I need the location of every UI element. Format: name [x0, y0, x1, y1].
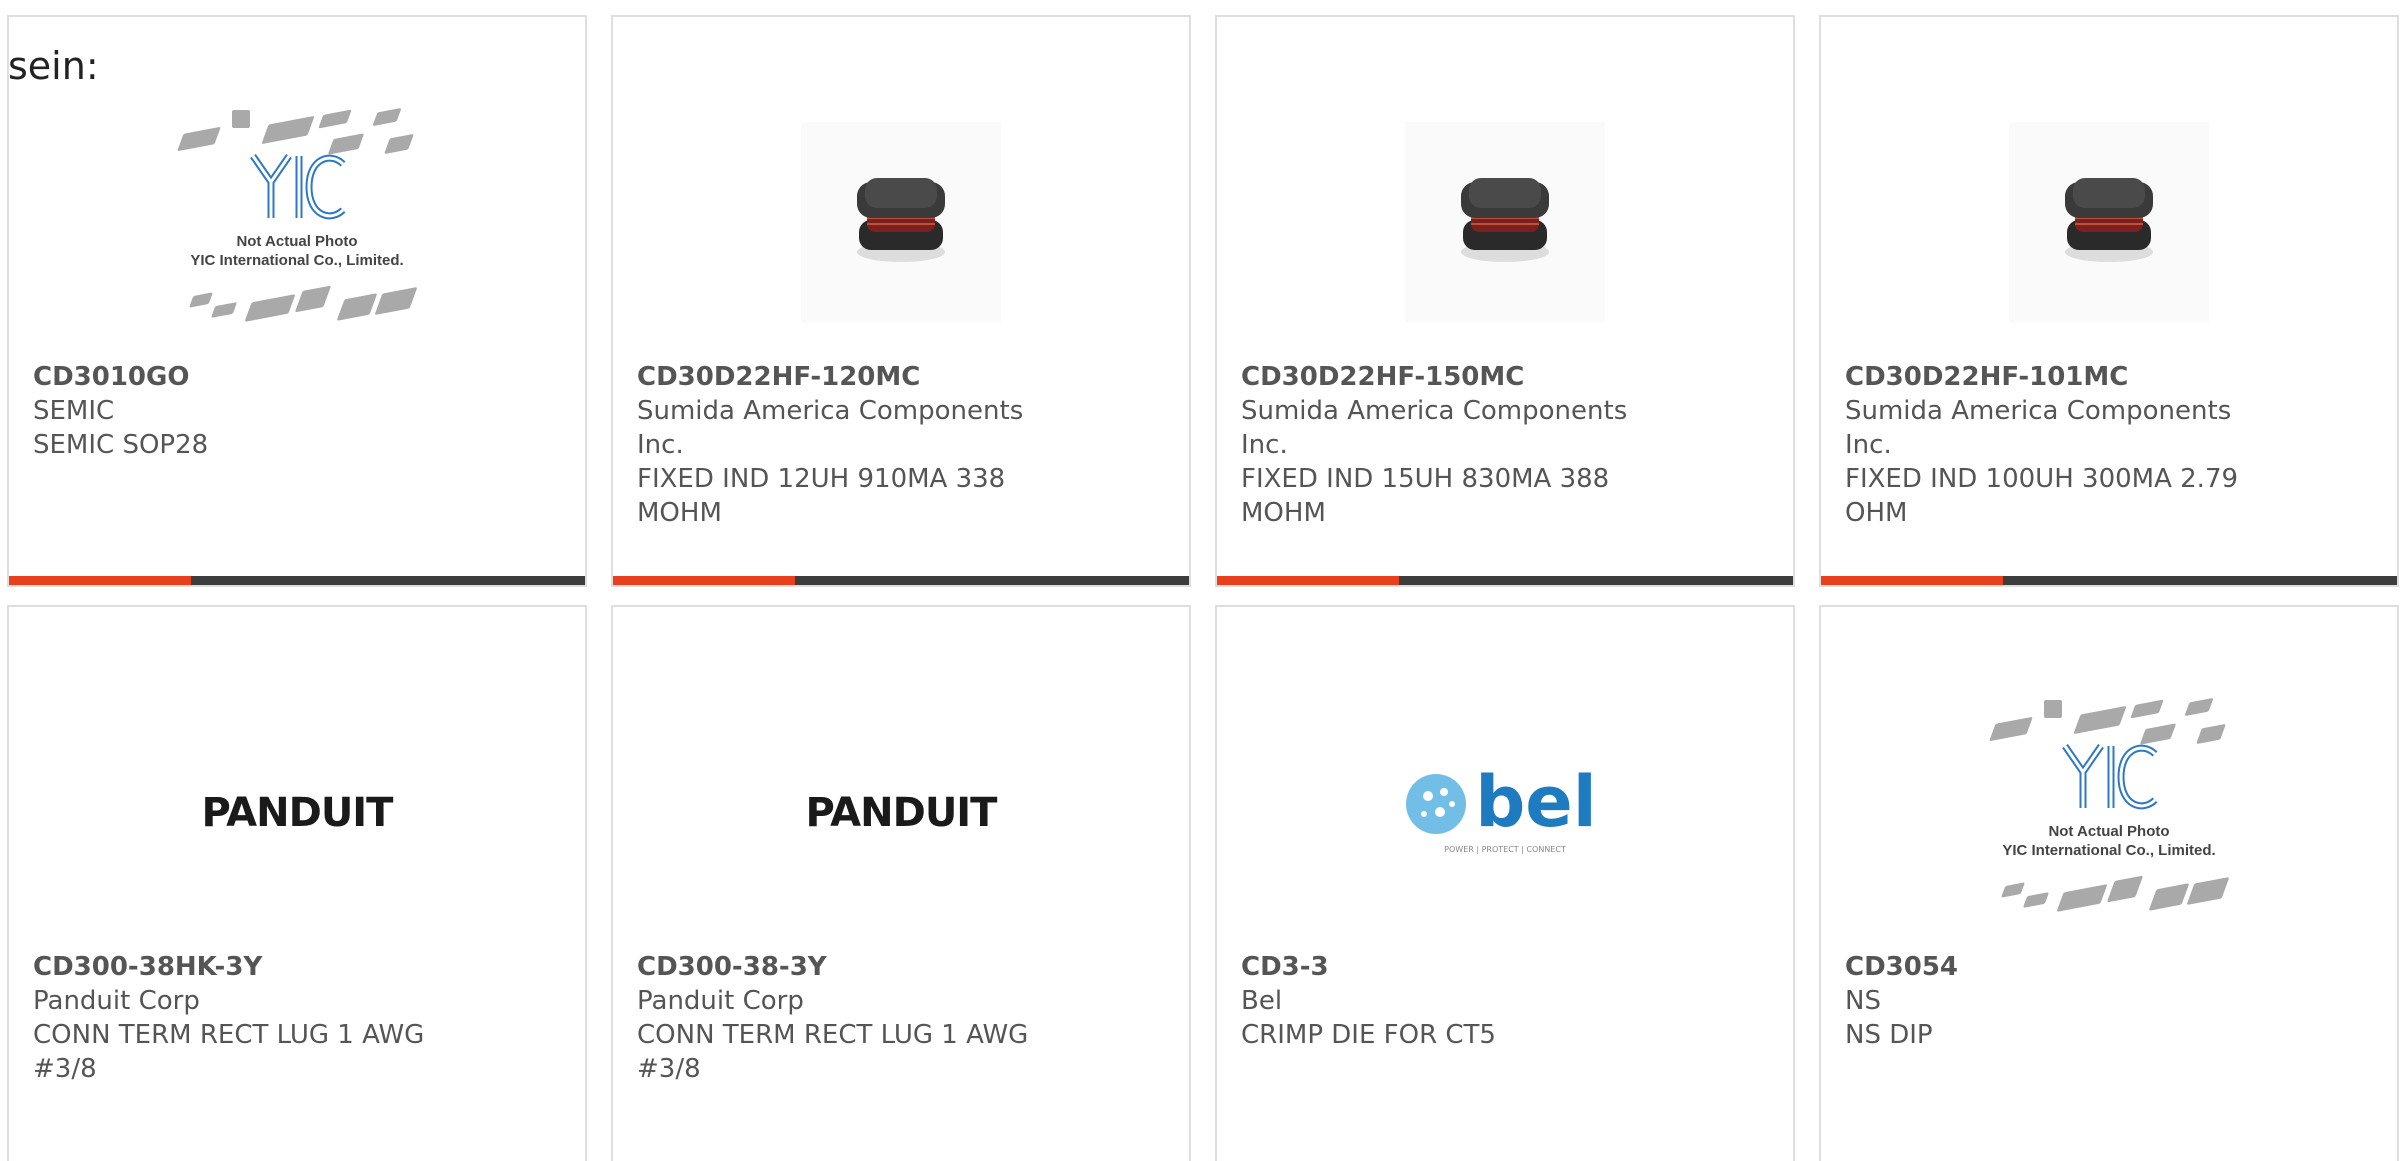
product-info: CD300-38-3Y Panduit Corp CONN TERM RECT … [637, 950, 1165, 1086]
description: FIXED IND 15UH 830MA 388 MOHM [1241, 464, 1610, 528]
card-accent-bar [1821, 576, 2003, 585]
inductor-photo [2009, 122, 2209, 322]
not-actual-photo-image: Not Actual Photo YIC International Co., … [162, 102, 432, 342]
manufacturer: SEMIC [33, 396, 115, 426]
panduit-logo-icon: PANDUIT [806, 790, 1000, 836]
product-card[interactable]: CD30D22HF-150MC Sumida America Component… [1215, 15, 1795, 587]
product-info: CD30D22HF-101MC Sumida America Component… [1845, 360, 2373, 530]
svg-text:PANDUIT: PANDUIT [202, 790, 395, 836]
placeholder-caption-line1: Not Actual Photo [236, 233, 358, 250]
part-number-link[interactable]: CD30D22HF-120MC [637, 360, 1165, 394]
lead-text: sein: [8, 44, 99, 88]
yic-logo-icon [2062, 744, 2158, 810]
product-image[interactable]: PANDUIT [9, 667, 585, 957]
card-accent-bar [1217, 576, 1399, 585]
inductor-icon [1461, 178, 1549, 262]
product-card[interactable]: PANDUIT CD300-38HK-3Y Panduit Corp CONN … [7, 605, 587, 1161]
description: FIXED IND 12UH 910MA 338 MOHM [637, 464, 1006, 528]
panduit-logo-icon: PANDUIT [202, 790, 396, 836]
product-card[interactable]: CD30D22HF-101MC Sumida America Component… [1819, 15, 2399, 587]
card-accent-bar [613, 576, 795, 585]
product-card[interactable]: bel POWER | PROTECT | CONNECT CD3-3 Bel … [1215, 605, 1795, 1161]
description: CRIMP DIE FOR CT5 [1241, 1020, 1496, 1050]
product-info: CD3054 NS NS DIP [1845, 950, 2373, 1052]
product-image[interactable]: bel POWER | PROTECT | CONNECT [1217, 667, 1793, 957]
card-bottom-bar [9, 576, 585, 585]
description: CONN TERM RECT LUG 1 AWG #3/8 [33, 1020, 425, 1084]
part-number-link[interactable]: CD3010GO [33, 360, 561, 394]
product-grid: Not Actual Photo YIC International Co., … [7, 15, 2399, 1161]
not-actual-photo-image: Not Actual Photo YIC International Co., … [1974, 692, 2244, 932]
product-image[interactable] [1217, 77, 1793, 367]
product-info: CD3-3 Bel CRIMP DIE FOR CT5 [1241, 950, 1769, 1052]
placeholder-caption-line2: YIC International Co., Limited. [2002, 842, 2216, 859]
product-card[interactable]: Not Actual Photo YIC International Co., … [7, 15, 587, 587]
card-accent-bar [9, 576, 191, 585]
card-bottom-bar [613, 576, 1189, 585]
product-image[interactable]: Not Actual Photo YIC International Co., … [1821, 667, 2397, 957]
manufacturer: NS [1845, 986, 1881, 1016]
product-grid-page: sein: Not Actual Photo YIC International… [0, 0, 2400, 1161]
part-number-link[interactable]: CD300-38HK-3Y [33, 950, 561, 984]
card-bottom-bar [1217, 576, 1793, 585]
manufacturer: Sumida America Components Inc. [1241, 396, 1628, 460]
part-number-link[interactable]: CD3054 [1845, 950, 2373, 984]
card-bottom-bar [1821, 576, 2397, 585]
svg-text:POWER | PROTECT | CONNECT: POWER | PROTECT | CONNECT [1444, 845, 1566, 854]
svg-text:PANDUIT: PANDUIT [806, 790, 999, 836]
placeholder-caption-line1: Not Actual Photo [2048, 823, 2170, 840]
part-number-link[interactable]: CD30D22HF-150MC [1241, 360, 1769, 394]
inductor-icon [857, 178, 945, 262]
inductor-photo [801, 122, 1001, 322]
product-info: CD30D22HF-120MC Sumida America Component… [637, 360, 1165, 530]
part-number-link[interactable]: CD30D22HF-101MC [1845, 360, 2373, 394]
placeholder-caption-line2: YIC International Co., Limited. [190, 252, 404, 269]
part-number-link[interactable]: CD300-38-3Y [637, 950, 1165, 984]
manufacturer: Sumida America Components Inc. [637, 396, 1024, 460]
product-info: CD300-38HK-3Y Panduit Corp CONN TERM REC… [33, 950, 561, 1086]
product-card[interactable]: CD30D22HF-120MC Sumida America Component… [611, 15, 1191, 587]
inductor-icon [2065, 178, 2153, 262]
product-image[interactable]: PANDUIT [613, 667, 1189, 957]
inductor-photo [1405, 122, 1605, 322]
product-card[interactable]: Not Actual Photo YIC International Co., … [1819, 605, 2399, 1161]
description: NS DIP [1845, 1020, 1933, 1050]
product-image[interactable]: Not Actual Photo YIC International Co., … [9, 77, 585, 367]
part-number-link[interactable]: CD3-3 [1241, 950, 1769, 984]
description: SEMIC SOP28 [33, 430, 209, 460]
svg-text:bel: bel [1475, 762, 1597, 843]
description: FIXED IND 100UH 300MA 2.79 OHM [1845, 464, 2239, 528]
product-info: CD30D22HF-150MC Sumida America Component… [1241, 360, 1769, 530]
yic-logo-icon [250, 154, 346, 220]
bel-logo-icon: bel POWER | PROTECT | CONNECT [1406, 762, 1597, 854]
manufacturer: Panduit Corp [33, 986, 200, 1016]
product-info: CD3010GO SEMIC SEMIC SOP28 [33, 360, 561, 462]
product-image[interactable] [613, 77, 1189, 367]
manufacturer: Sumida America Components Inc. [1845, 396, 2232, 460]
product-card[interactable]: PANDUIT CD300-38-3Y Panduit Corp CONN TE… [611, 605, 1191, 1161]
manufacturer: Panduit Corp [637, 986, 804, 1016]
description: CONN TERM RECT LUG 1 AWG #3/8 [637, 1020, 1029, 1084]
manufacturer: Bel [1241, 986, 1283, 1016]
product-image[interactable] [1821, 77, 2397, 367]
